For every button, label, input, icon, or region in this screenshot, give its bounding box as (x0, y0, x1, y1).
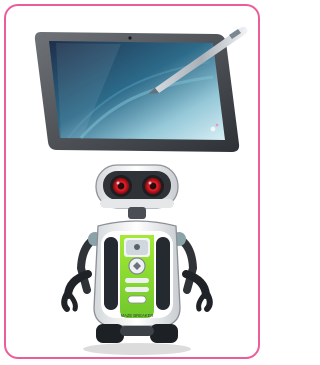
camera-dot (128, 36, 132, 40)
tablet-object-name: tablet-with-stylus (6, 6, 7, 7)
screen-status-dot (210, 126, 216, 132)
robot-body: MAZE BREAKER (93, 220, 181, 327)
robot-shadow (83, 343, 191, 355)
tablet-image (26, 14, 251, 164)
screen-status-dot-2 (215, 123, 219, 127)
robot-head (95, 164, 179, 209)
robot-object-name: robot-toy (6, 6, 7, 7)
robot-image: MAZE BREAKER (52, 158, 222, 357)
product-image-frame: MAZE BREAKER tablet-with-stylus robot-to… (4, 4, 260, 359)
robot-neck (128, 207, 146, 219)
robot-feet (96, 324, 178, 343)
robot-brand-text: MAZE BREAKER (121, 313, 154, 318)
